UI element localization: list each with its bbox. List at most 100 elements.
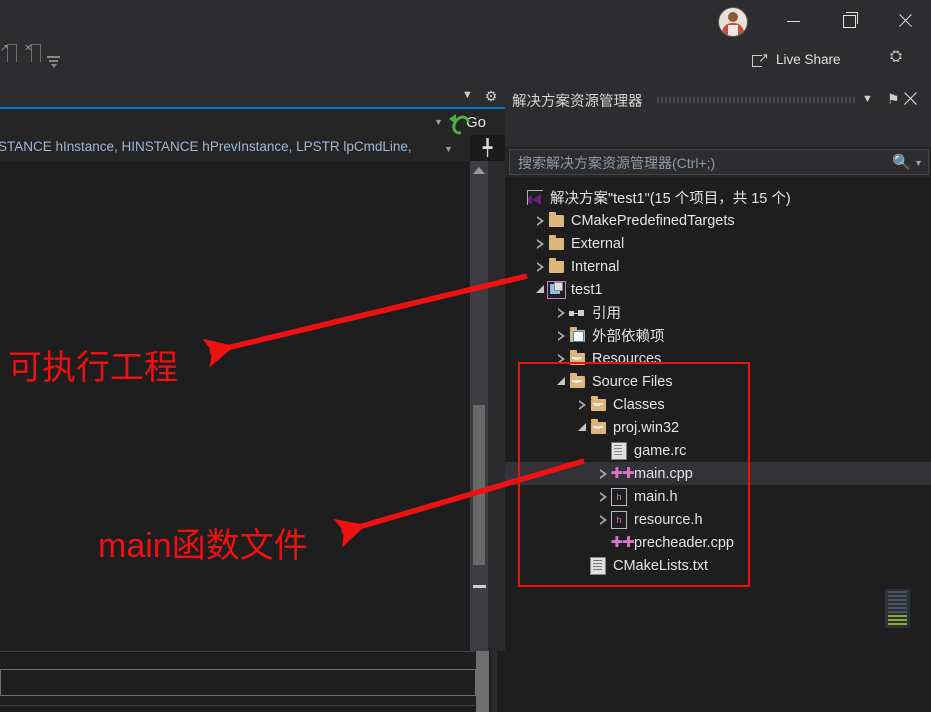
editor-scroll-thumb[interactable] xyxy=(473,405,485,565)
chevron-down-icon[interactable]: ▼ xyxy=(862,93,873,105)
minimap-line xyxy=(888,599,907,601)
share-icon: ↗ xyxy=(752,51,769,67)
minimap-line xyxy=(888,615,907,617)
chevron-down-icon[interactable]: ▼ xyxy=(444,144,453,154)
editor-bottom-area xyxy=(0,651,505,712)
minimap-line xyxy=(888,611,907,613)
panel-title: 解决方案资源管理器 xyxy=(512,94,643,110)
go-arrow-icon xyxy=(448,111,474,138)
tree-expander[interactable] xyxy=(555,301,567,324)
search-icon[interactable]: 🔍 xyxy=(892,153,911,171)
tree-item[interactable]: test1 xyxy=(505,278,931,301)
scrollbar-corner[interactable] xyxy=(476,651,489,712)
editor-header: ▼ ⚙ xyxy=(0,85,505,107)
solution-explorer-toolbar: ← → ⌂ ⏱ ▼ ⇄ ❐ 🗋 <> 🔧 xyxy=(505,115,931,175)
references-icon xyxy=(569,309,585,317)
toolbar-overflow-icon[interactable] xyxy=(47,55,60,68)
live-share-label: Live Share xyxy=(776,51,841,67)
scroll-up-arrow-icon[interactable] xyxy=(473,167,485,174)
minimap-line xyxy=(888,591,907,593)
function-signature-bar[interactable]: STANCE hInstance, HINSTANCE hPrevInstanc… xyxy=(0,135,505,162)
minimap-overview[interactable] xyxy=(884,588,911,629)
expander-collapsed-icon[interactable] xyxy=(536,262,544,272)
title-bar: ↗ Live Share ⛭ ↗ ✕ xyxy=(0,0,931,85)
annotation-label-main-function-file: main函数文件 xyxy=(98,527,308,565)
tree-item-label: 引用 xyxy=(592,306,621,322)
editor-horizontal-scrollbar[interactable] xyxy=(0,669,476,696)
vs-solution-icon xyxy=(527,190,543,205)
divider xyxy=(0,651,475,652)
tree-item-label: Internal xyxy=(571,258,620,275)
expander-expanded-icon[interactable] xyxy=(535,285,545,294)
tree-item-label: CMakePredefinedTargets xyxy=(571,212,735,229)
minimap-line xyxy=(888,603,907,605)
external-dependencies-icon xyxy=(569,326,585,342)
avatar[interactable] xyxy=(718,7,748,37)
solution-explorer-titlebar: 解决方案资源管理器 ▼ ⚑ xyxy=(505,85,931,115)
minimize-button[interactable] xyxy=(770,5,816,37)
chevron-down-icon[interactable]: ▼ xyxy=(434,117,443,127)
tree-item[interactable]: 外部依赖项 xyxy=(505,324,931,347)
folder-icon xyxy=(548,257,564,273)
tree-item-icon xyxy=(567,326,587,346)
minimap-line xyxy=(888,623,907,625)
folder-icon xyxy=(548,211,564,227)
maximize-icon xyxy=(842,11,858,28)
split-icon: ╇ xyxy=(482,139,493,157)
tree-item-label: 外部依赖项 xyxy=(592,329,665,345)
tree-item-label: External xyxy=(571,235,625,252)
share-person-icon[interactable]: ⛭ xyxy=(890,48,912,70)
expander-collapsed-icon[interactable] xyxy=(557,308,565,318)
tree-item[interactable]: Internal xyxy=(505,255,931,278)
tree-item-label: 解决方案"test1"(15 个项目，共 15 个) xyxy=(550,191,791,207)
navigate-to-bar[interactable]: ▼ Go xyxy=(0,109,505,138)
go-button[interactable]: Go xyxy=(448,111,486,138)
tree-item-icon xyxy=(546,234,566,254)
tree-item-icon xyxy=(525,188,545,208)
chevron-down-icon[interactable]: ▼ xyxy=(462,89,473,101)
split-editor-button[interactable]: ╇ xyxy=(470,135,505,161)
tree-expander[interactable] xyxy=(555,324,567,347)
expander-collapsed-icon[interactable] xyxy=(536,216,544,226)
live-share-button[interactable]: ↗ Live Share xyxy=(752,46,841,72)
gear-icon[interactable]: ⚙ xyxy=(483,88,499,104)
editor-text-area[interactable] xyxy=(0,161,470,651)
panel-close-button[interactable] xyxy=(903,90,921,108)
tree-expander[interactable] xyxy=(513,186,525,209)
tree-item-label: test1 xyxy=(571,281,603,298)
project-icon xyxy=(546,280,566,299)
editor-scroll-marker xyxy=(473,585,486,588)
minimap-line xyxy=(888,607,907,609)
clear-bookmarks-icon[interactable]: ✕ xyxy=(24,43,41,68)
tree-expander[interactable] xyxy=(534,278,546,301)
minimap-line xyxy=(888,619,907,621)
search-placeholder: 搜索解决方案资源管理器(Ctrl+;) xyxy=(518,155,716,171)
annotation-rectangle xyxy=(518,362,750,587)
tree-item[interactable]: 引用 xyxy=(505,301,931,324)
expander-collapsed-icon[interactable] xyxy=(557,331,565,341)
tree-item-icon xyxy=(546,280,566,300)
scrollbar-corner-2 xyxy=(491,651,497,712)
close-icon xyxy=(898,14,912,28)
divider-2 xyxy=(0,705,475,706)
chevron-down-icon[interactable]: ▼ xyxy=(914,158,923,168)
tree-item-icon xyxy=(546,257,566,277)
drag-dots xyxy=(657,97,857,103)
function-signature-text: STANCE hInstance, HINSTANCE hPrevInstanc… xyxy=(0,139,412,154)
pin-icon[interactable]: ⚑ xyxy=(887,91,900,108)
editor-margin-strip xyxy=(488,161,505,651)
tree-item[interactable]: External xyxy=(505,232,931,255)
tree-item-icon xyxy=(567,303,587,323)
close-icon xyxy=(903,90,917,104)
tree-expander[interactable] xyxy=(534,232,546,255)
annotation-label-executable-project: 可执行工程 xyxy=(8,349,178,387)
tree-item[interactable]: CMakePredefinedTargets xyxy=(505,209,931,232)
tree-item[interactable]: 解决方案"test1"(15 个项目，共 15 个) xyxy=(505,186,931,209)
close-button[interactable] xyxy=(882,5,928,37)
tree-expander[interactable] xyxy=(534,255,546,278)
maximize-button[interactable] xyxy=(826,5,872,37)
next-bookmark-icon[interactable]: ↗ xyxy=(0,43,17,68)
search-input[interactable]: 搜索解决方案资源管理器(Ctrl+;) 🔍 ▼ xyxy=(509,149,929,175)
tree-expander[interactable] xyxy=(534,209,546,232)
expander-collapsed-icon[interactable] xyxy=(536,239,544,249)
